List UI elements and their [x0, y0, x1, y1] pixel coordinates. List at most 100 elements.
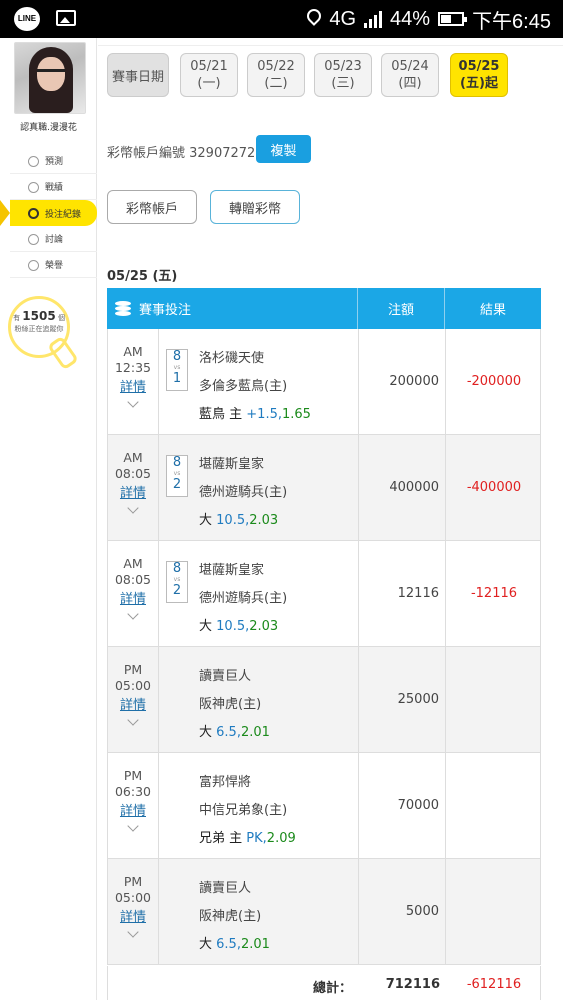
- bet-key: 大: [199, 725, 213, 740]
- bet-pick: 大 10.5,2.03: [199, 507, 287, 535]
- ampm: AM: [123, 556, 143, 571]
- detail-link[interactable]: 詳情: [108, 592, 158, 608]
- detail-link[interactable]: 詳情: [108, 698, 158, 714]
- sidebar-item-label: 預測: [45, 157, 64, 167]
- ampm: PM: [123, 662, 143, 677]
- time-text: 05:00: [114, 678, 152, 693]
- chevron-down-icon[interactable]: [127, 396, 139, 408]
- detail-link[interactable]: 詳情: [108, 910, 158, 926]
- detail-link[interactable]: 詳情: [108, 804, 158, 820]
- bet-key: 大: [199, 513, 213, 528]
- tab-coin-account[interactable]: 彩幣帳戶: [107, 190, 197, 224]
- game-time: PM 05:00 詳情: [108, 647, 159, 752]
- sidebar-item-predict[interactable]: 預測: [10, 148, 97, 174]
- match-info: 8 vs 2 堪薩斯皇家 德州遊騎兵(主) 大 10.5,2.03: [159, 541, 359, 646]
- copy-button[interactable]: 複製: [256, 135, 311, 163]
- column-label: 賽事投注: [139, 303, 192, 318]
- date-button-0525[interactable]: 05/25 (五)起: [450, 53, 508, 97]
- avatar[interactable]: [14, 42, 86, 114]
- bet-key: 兄弟 主: [199, 831, 243, 846]
- bet-result: -400000: [466, 480, 522, 495]
- bet-result: -12116: [470, 586, 518, 601]
- vs-badge: 8 vs 2: [166, 561, 188, 603]
- sidebar-item-label: 投注紀錄: [45, 209, 82, 220]
- teams: 富邦悍將 中信兄弟象(主) 兄弟 主 PK,2.09: [199, 769, 296, 853]
- teams: 堪薩斯皇家 德州遊騎兵(主) 大 10.5,2.03: [199, 557, 287, 641]
- away-team: 洛杉磯天使: [199, 351, 265, 366]
- time-text: 05:00: [114, 890, 152, 905]
- chat-icon: [28, 182, 39, 193]
- avatar-glasses: [37, 69, 65, 75]
- sidebar-item-record[interactable]: 戰績: [10, 174, 97, 200]
- weekday-text: (三): [331, 76, 355, 91]
- weekday-text: (一): [197, 76, 221, 91]
- chevron-down-icon[interactable]: [127, 926, 139, 938]
- line-app-icon: LINE: [14, 7, 40, 31]
- detail-link[interactable]: 詳情: [108, 486, 158, 502]
- date-button-0521[interactable]: 05/21 (一): [180, 53, 238, 97]
- bet-result: [446, 859, 542, 964]
- bet-pick: 藍鳥 主 +1.5,1.65: [199, 401, 311, 429]
- ampm: AM: [123, 450, 143, 465]
- status-right: 4G 44% 下午6:45: [307, 0, 551, 38]
- bet-odds: 1.65: [282, 407, 311, 422]
- weekday-text: (二): [264, 76, 288, 91]
- date-button-0524[interactable]: 05/24 (四): [381, 53, 439, 97]
- time-text: 08:05: [114, 572, 152, 587]
- teams: 讀賣巨人 阪神虎(主) 大 6.5,2.01: [199, 663, 270, 747]
- column-header-amount: 注額: [358, 288, 445, 329]
- time-text: 08:05: [114, 466, 152, 481]
- vs-bottom: 2: [172, 583, 182, 598]
- sidebar-item-discuss[interactable]: 討論: [10, 226, 97, 252]
- bet-handicap: 6.5: [216, 937, 237, 952]
- vs-top: 8: [172, 349, 182, 364]
- home-team: 阪神虎(主): [199, 909, 262, 924]
- away-team: 堪薩斯皇家: [199, 457, 265, 472]
- sidebar-item-label: 戰績: [45, 183, 64, 193]
- date-text: 05/21: [190, 59, 228, 74]
- tab-transfer-coins[interactable]: 轉贈彩幣: [210, 190, 300, 224]
- chevron-down-icon[interactable]: [127, 820, 139, 832]
- discussion-icon: [28, 234, 39, 245]
- bet-odds: 2.03: [249, 513, 279, 528]
- bet-pick: 大 6.5,2.01: [199, 931, 270, 959]
- network-type: 4G: [329, 7, 357, 30]
- weekday-text: (四): [398, 76, 422, 91]
- vs-top: 8: [172, 455, 182, 470]
- away-team: 讀賣巨人: [199, 881, 252, 896]
- chevron-down-icon[interactable]: [127, 608, 139, 620]
- game-time: AM 08:05 詳情: [108, 541, 159, 646]
- bet-amount: 200000: [359, 329, 446, 434]
- fans-text: 粉絲正在追蹤你: [14, 324, 64, 333]
- image-notification-icon: [56, 10, 76, 26]
- sidebar: 認真職.漫漫花 預測 戰績 投注紀錄 討論 榮譽 有 1505 個 粉絲正在追蹤…: [0, 38, 97, 1000]
- bet-odds: 2.09: [266, 831, 296, 846]
- date-text: 05/24: [391, 59, 429, 74]
- bet-pick: 大 10.5,2.03: [199, 613, 287, 641]
- vs-bottom: 2: [172, 477, 182, 492]
- fans-suffix: 個: [57, 314, 65, 322]
- status-bar: LINE 4G 44% 下午6:45: [0, 0, 563, 38]
- chevron-down-icon[interactable]: [127, 714, 139, 726]
- fans-prefix: 有: [13, 314, 21, 322]
- bet-handicap: 6.5: [216, 725, 237, 740]
- chevron-down-icon[interactable]: [127, 502, 139, 514]
- date-button-0522[interactable]: 05/22 (二): [247, 53, 305, 97]
- date-button-0523[interactable]: 05/23 (三): [314, 53, 372, 97]
- bet-result: [446, 753, 542, 858]
- detail-link[interactable]: 詳情: [108, 380, 158, 396]
- battery-percent: 44%: [390, 7, 431, 30]
- medal-icon: [28, 260, 39, 271]
- table-row: AM 08:05 詳情 8 vs 2 堪薩斯皇家 德州遊騎兵(主) 大 10.5…: [107, 541, 541, 647]
- vs-badge: 8 vs 1: [166, 349, 188, 391]
- home-team: 中信兄弟象(主): [199, 803, 288, 818]
- home-team: 德州遊騎兵(主): [199, 485, 288, 500]
- sidebar-item-honor[interactable]: 榮譽: [10, 252, 97, 278]
- total-row: 總計： 712116 -612116: [107, 966, 541, 1000]
- sidebar-item-bet-history[interactable]: 投注紀錄: [0, 200, 97, 226]
- table-row: AM 12:35 詳情 8 vs 1 洛杉磯天使 多倫多藍鳥(主) 藍鳥 主 +…: [107, 329, 541, 435]
- total-result: -612116: [466, 977, 522, 992]
- fans-count: 1505: [22, 309, 56, 323]
- game-time: PM 05:00 詳情: [108, 859, 159, 964]
- bet-amount: 25000: [359, 647, 446, 752]
